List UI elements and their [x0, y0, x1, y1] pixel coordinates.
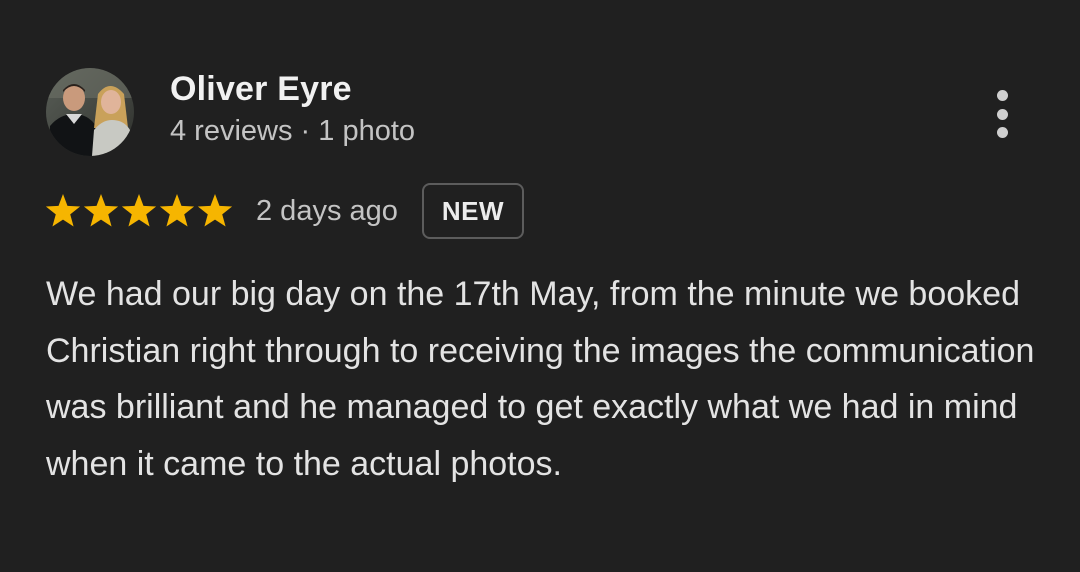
new-badge: NEW	[421, 183, 525, 239]
reviewer-meta: 4 reviews · 1 photo	[170, 115, 416, 147]
more-vertical-icon-dot	[996, 108, 1008, 120]
star-rating	[44, 192, 234, 230]
star-icon	[121, 194, 157, 227]
review-card: Oliver Eyre 4 reviews · 1 photo 2 days a…	[0, 0, 1080, 572]
star-icon	[45, 194, 81, 227]
more-options-button[interactable]	[980, 86, 1024, 142]
star-icon	[159, 194, 195, 227]
star-icon	[197, 194, 233, 227]
reviewer-name[interactable]: Oliver Eyre	[170, 70, 352, 109]
more-vertical-icon-dot	[996, 127, 1008, 138]
avatar-photo	[46, 68, 134, 156]
review-date: 2 days ago	[256, 194, 398, 227]
rating-row: 2 days ago NEW	[44, 181, 525, 241]
star-icon	[83, 194, 119, 227]
review-text: We had our big day on the 17th May, from…	[46, 275, 1035, 483]
more-vertical-icon	[996, 90, 1008, 101]
reviewer-avatar[interactable]	[46, 68, 134, 156]
